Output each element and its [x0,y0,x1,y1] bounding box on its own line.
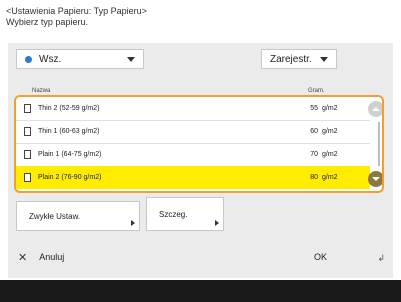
paper-weight-unit: g/m2 [322,105,338,112]
list-item[interactable]: Thin 1 (60-63 g/m2) 60 g/m2 [16,120,370,144]
sort-dropdown[interactable]: Zarejestr. [261,49,337,69]
ok-button[interactable]: OK ↲ [276,244,393,270]
scrollbar-track[interactable] [378,122,380,166]
details-button[interactable]: Szczeg. [146,197,224,231]
paper-weight-value: 80 [310,174,318,181]
paper-weight-unit: g/m2 [322,174,338,181]
paper-weight-value: 70 [310,151,318,158]
all-filter-dot-icon [25,55,32,63]
corner-arrow-icon [215,220,219,226]
paper-selection-panel: Wsz. Zarejestr. Nazwa Gram. Thin 2 (52-5… [8,43,393,278]
paper-icon [24,104,31,113]
corner-arrow-icon [131,220,135,226]
cancel-button[interactable]: ✕ Anuluj [8,244,136,270]
paper-icon [24,173,31,182]
paper-icon [24,150,31,159]
default-settings-label: Zwykłe Ustaw. [29,211,81,221]
paper-type-name: Thin 1 (60-63 g/m2) [38,128,100,135]
details-label: Szczeg. [159,209,188,219]
chevron-down-icon [127,57,135,62]
paper-type-name: Thin 2 (52-59 g/m2) [38,105,100,112]
paper-weight-unit: g/m2 [322,128,338,135]
return-arrow-icon: ↲ [377,253,385,263]
paper-type-list: Thin 2 (52-59 g/m2) 55 g/m2 Thin 1 (60-6… [14,95,384,193]
ok-label: OK [314,252,328,262]
paper-icon [24,127,31,136]
filter-dropdown[interactable]: Wsz. [16,49,144,69]
bottom-bar: ✕ Anuluj OK ↲ [8,244,393,270]
column-header-name: Nazwa [32,88,51,94]
sort-dropdown-value: Zarejestr. [270,53,312,65]
paper-type-name: Plain 1 (64-75 g/m2) [38,151,102,158]
paper-type-name: Plain 2 (76-90 g/m2) [38,174,102,181]
default-settings-button[interactable]: Zwykłe Ustaw. [16,201,140,231]
paper-weight-value: 60 [310,128,318,135]
chevron-down-icon [320,57,328,62]
close-icon: ✕ [18,251,28,264]
column-header-gram: Gram. [308,88,325,94]
list-item-selected[interactable]: Plain 2 (76-90 g/m2) 80 g/m2 [16,166,370,189]
scroll-down-icon[interactable] [368,171,382,187]
instruction-text: Wybierz typ papieru. [6,17,88,27]
header: <Ustawienia Papieru: Typ Papieru> Wybier… [6,6,147,28]
list-item[interactable]: Thin 2 (52-59 g/m2) 55 g/m2 [16,97,370,121]
cancel-label: Anuluj [39,252,65,262]
status-bar [0,280,401,302]
filter-dropdown-value: Wsz. [39,53,62,65]
screen-title: <Ustawienia Papieru: Typ Papieru> [6,6,147,16]
paper-weight-unit: g/m2 [322,151,338,158]
paper-weight-value: 55 [310,105,318,112]
scroll-up-icon[interactable] [368,101,382,117]
list-item[interactable]: Plain 1 (64-75 g/m2) 70 g/m2 [16,143,370,167]
